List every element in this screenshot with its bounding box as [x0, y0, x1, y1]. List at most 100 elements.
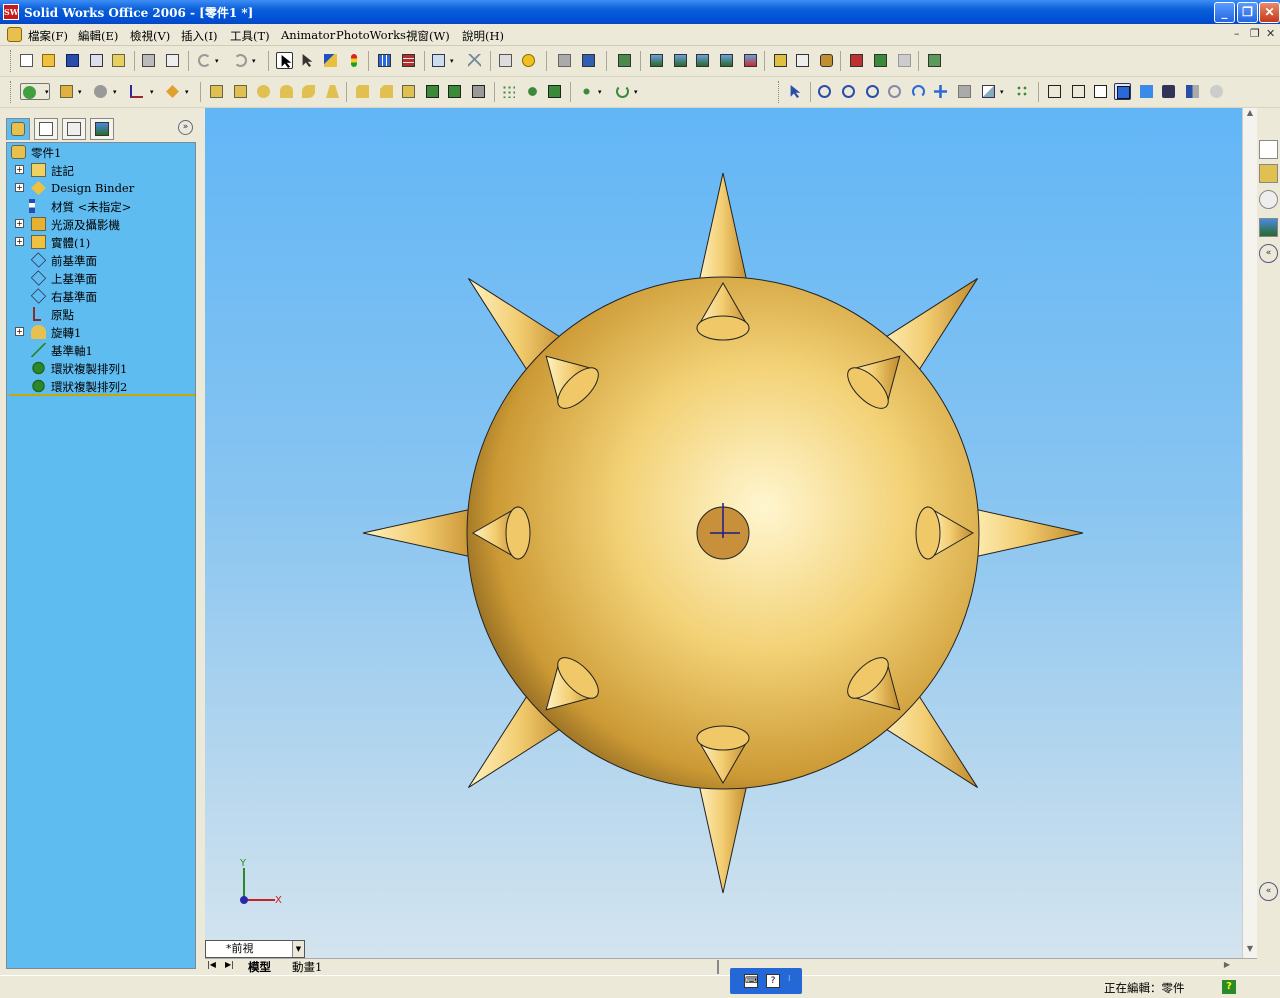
make-assembly-button[interactable]	[110, 52, 127, 69]
draft-icon[interactable]	[324, 83, 341, 100]
curves-icon[interactable]	[164, 83, 181, 100]
make-drawing-button[interactable]	[88, 52, 105, 69]
tree-item[interactable]: 右基準面	[7, 287, 197, 305]
options-icon[interactable]	[376, 52, 393, 69]
linear-pattern-icon[interactable]	[500, 83, 517, 100]
collapse-panel-icon[interactable]: »	[178, 120, 193, 135]
tree-item[interactable]: 原點	[7, 305, 197, 323]
point-dropdown-icon[interactable]: ▾	[598, 88, 602, 96]
revolve-icon[interactable]	[255, 83, 272, 100]
render-last-icon[interactable]	[794, 52, 811, 69]
redo-dropdown-icon[interactable]: ▾	[252, 57, 256, 65]
menu-photoworks[interactable]: PhotoWorks	[336, 28, 406, 42]
sweep-icon[interactable]	[278, 83, 295, 100]
sketch-icon[interactable]	[322, 52, 339, 69]
fillet-icon[interactable]	[354, 83, 371, 100]
section-view-icon[interactable]	[1184, 83, 1201, 100]
outer-spike[interactable]	[362, 506, 482, 560]
spline-icon[interactable]	[614, 83, 631, 100]
window-tile-icon[interactable]	[556, 52, 573, 69]
part-doc-icon[interactable]	[7, 27, 22, 42]
new-document-button[interactable]	[18, 52, 35, 69]
menu-tools[interactable]: 工具(T)	[230, 28, 270, 44]
hscroll-right-icon[interactable]: ▶	[1220, 960, 1234, 974]
tray-options-icon[interactable]: ⁝	[788, 974, 791, 983]
graphics-area[interactable]: Y X	[205, 108, 1242, 958]
sketch-dropdown-icon[interactable]: ▾	[45, 88, 49, 96]
solidworks-app-icon[interactable]: SW	[3, 4, 19, 20]
rotate-view-icon[interactable]	[910, 83, 927, 100]
view-orientation-select[interactable]: *前視 ▼	[205, 940, 305, 958]
maximize-button[interactable]: ❐	[1237, 2, 1258, 23]
photoworks-render-icon[interactable]	[616, 52, 633, 69]
hidden-lines-visible-icon[interactable]	[1070, 83, 1087, 100]
vertical-scrollbar[interactable]: ▲ ▼	[1242, 108, 1257, 958]
toolbox-icon[interactable]	[497, 52, 514, 69]
smart-dimension-icon[interactable]	[430, 52, 447, 69]
spline-dropdown-icon[interactable]: ▾	[634, 88, 638, 96]
tree-item[interactable]: + 註記	[7, 161, 197, 179]
curves-dropdown-icon[interactable]: ▾	[185, 88, 189, 96]
tree-item[interactable]: 材質 <未指定>	[7, 197, 197, 215]
menu-view[interactable]: 檢視(V)	[130, 28, 170, 44]
tab-first-icon[interactable]: |◀	[207, 960, 216, 969]
sketch-point-icon[interactable]	[578, 83, 595, 100]
pan-icon[interactable]	[932, 83, 949, 100]
scroll-down-icon[interactable]: ▼	[1244, 944, 1256, 958]
scroll-up-icon[interactable]: ▲	[1244, 108, 1256, 122]
tab-propertymanager[interactable]	[34, 118, 58, 140]
print-icon[interactable]	[140, 52, 157, 69]
expand-icon[interactable]: +	[15, 165, 24, 174]
window-cascade-icon[interactable]	[580, 52, 597, 69]
keyboard-icon[interactable]: ⌨	[744, 974, 758, 988]
tree-item[interactable]: + 旋轉1	[7, 323, 197, 341]
menu-window[interactable]: 視窗(W)	[406, 28, 450, 44]
extrude-cut-icon[interactable]	[232, 83, 249, 100]
doc-minimize-icon[interactable]: –	[1234, 27, 1240, 40]
splitter[interactable]	[717, 960, 719, 974]
design-library-icon[interactable]	[1259, 164, 1278, 183]
quick-tips-icon[interactable]: ?	[1222, 980, 1236, 994]
tree-item[interactable]: 環狀複製排列2	[7, 377, 197, 395]
tree-item[interactable]: + 光源及攝影機	[7, 215, 197, 233]
outer-spike[interactable]	[964, 506, 1084, 560]
hole-wizard-icon[interactable]	[470, 83, 487, 100]
help-tray-icon[interactable]: ?	[766, 974, 780, 988]
tab-configurationmanager[interactable]	[62, 118, 86, 140]
view-select-dropdown-icon[interactable]: ▼	[292, 941, 304, 957]
render-to-file-icon[interactable]	[818, 52, 835, 69]
save-button[interactable]	[64, 52, 81, 69]
expand-task-pane-icon[interactable]: «	[1259, 244, 1278, 263]
chamfer-icon[interactable]	[378, 83, 395, 100]
views-dropdown-icon[interactable]: ▾	[1000, 88, 1004, 96]
photoworks-options-icon[interactable]	[742, 52, 759, 69]
tree-item[interactable]: 環狀複製排列1	[7, 359, 197, 377]
model-canvas[interactable]: Y X	[205, 108, 1242, 958]
doc-close-icon[interactable]: ✕	[1266, 27, 1275, 40]
tab-next-icon[interactable]: ▶|	[225, 960, 234, 969]
tab-animation1[interactable]: 動畫1	[292, 959, 322, 975]
zoom-in-out-icon[interactable]	[864, 83, 881, 100]
tab-model[interactable]: 模型	[248, 959, 271, 975]
photoworks-material-icon[interactable]	[672, 52, 689, 69]
select-pointer-button[interactable]	[276, 52, 293, 69]
outer-spike[interactable]	[696, 774, 750, 894]
expand-icon[interactable]: +	[15, 183, 24, 192]
shaded-with-edges-button[interactable]	[1114, 83, 1131, 100]
reference-geometry-icon[interactable]	[92, 83, 109, 100]
photoworks-lights-icon[interactable]	[718, 52, 735, 69]
circular-pattern-toolbar-icon[interactable]	[524, 83, 541, 100]
tree-item[interactable]: + Design Binder	[7, 179, 197, 197]
toolbar-grip[interactable]	[10, 50, 13, 72]
toolbar-grip[interactable]	[10, 81, 13, 103]
zoom-to-selection-icon[interactable]	[886, 83, 903, 100]
zoom-to-area-icon[interactable]	[840, 83, 857, 100]
file-properties-icon[interactable]	[400, 52, 417, 69]
tree-item[interactable]: + 實體(1)	[7, 233, 197, 251]
undo-button[interactable]	[196, 52, 213, 69]
wireframe-icon[interactable]	[1046, 83, 1063, 100]
tab-featuremanager[interactable]	[6, 118, 30, 140]
menu-edit[interactable]: 編輯(E)	[78, 28, 118, 44]
open-button[interactable]	[40, 52, 57, 69]
tree-item[interactable]: 基準軸1	[7, 341, 197, 359]
